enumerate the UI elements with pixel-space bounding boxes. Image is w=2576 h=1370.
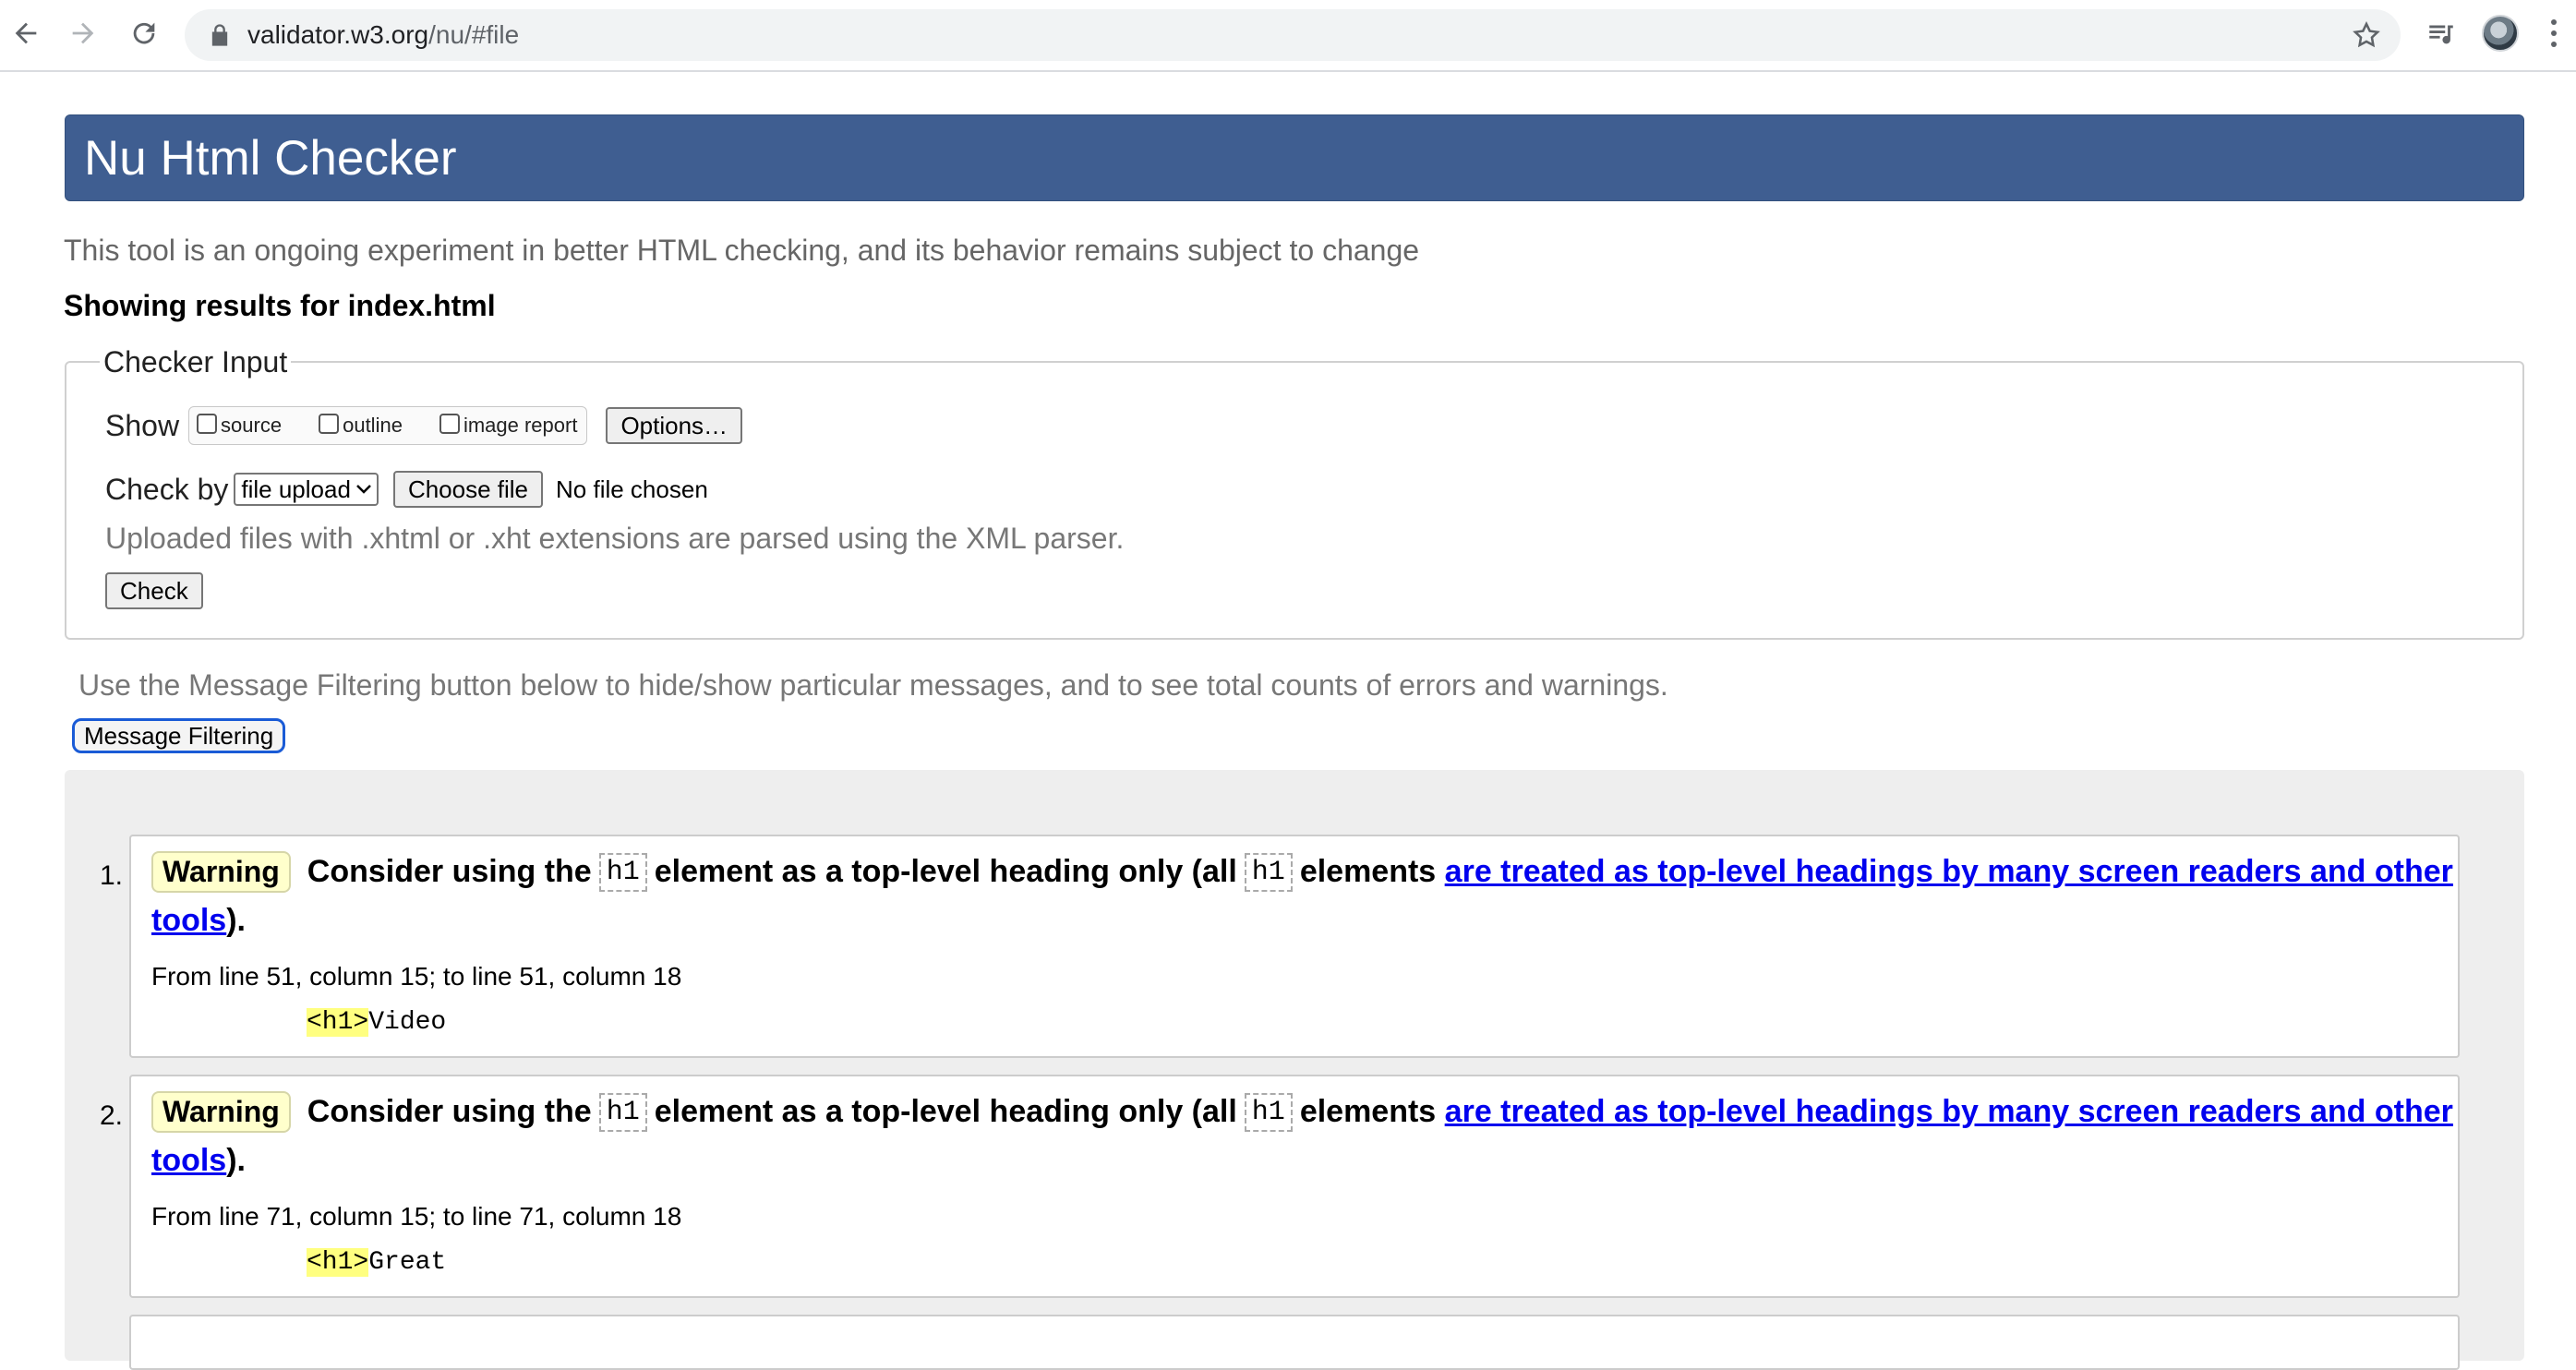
message-number: 2.	[100, 1100, 124, 1131]
message-filtering-button[interactable]: Message Filtering	[72, 718, 286, 753]
choose-file-button[interactable]: Choose file	[392, 471, 544, 508]
outline-checkbox[interactable]: outline	[319, 414, 403, 438]
code-element: h1	[1244, 852, 1293, 892]
screen-readers-link[interactable]: are treated as top-level headings by man…	[1445, 1094, 2453, 1130]
forward-icon[interactable]	[63, 13, 103, 54]
tools-link[interactable]: tools	[151, 903, 226, 938]
xml-parser-note: Uploaded files with .xhtml or .xht exten…	[105, 522, 1125, 555]
list-item: 2. Warning Consider using the h1 element…	[100, 1075, 2460, 1298]
warning-badge: Warning	[151, 851, 291, 893]
image-report-checkbox[interactable]: image report	[439, 414, 577, 438]
list-item	[129, 1315, 2460, 1370]
chevron-down-icon	[356, 485, 371, 494]
intro-text: This tool is an ongoing experiment in be…	[64, 234, 1420, 267]
list-item: 1. Warning Consider using the h1 element…	[100, 835, 2460, 1058]
menu-icon[interactable]	[2535, 15, 2572, 52]
code-extract: <h1>Video	[307, 1008, 447, 1037]
reload-icon[interactable]	[124, 13, 164, 54]
showing-results: Showing results for index.html	[64, 289, 496, 322]
checker-input-legend: Checker Input	[103, 345, 288, 379]
star-icon[interactable]	[2351, 19, 2382, 51]
source-checkbox[interactable]: source	[197, 414, 282, 438]
screen-readers-link[interactable]: are treated as top-level headings by man…	[1445, 854, 2453, 890]
message-text: Warning Consider using the h1 element as…	[151, 1091, 2453, 1133]
profile-avatar[interactable]	[2482, 15, 2519, 52]
no-file-text: No file chosen	[556, 475, 708, 503]
show-label: Show	[105, 408, 180, 442]
playlist-icon[interactable]	[2423, 15, 2460, 52]
check-by-select[interactable]: file upload	[234, 473, 379, 506]
message-text: Warning Consider using the h1 element as…	[151, 851, 2453, 893]
options-button[interactable]: Options…	[606, 407, 743, 444]
url-text: validator.w3.org/nu/#file	[247, 20, 520, 49]
show-options: source outline image report	[188, 406, 588, 445]
message-text-cont: tools).	[151, 903, 246, 938]
browser-toolbar: validator.w3.org/nu/#file	[0, 0, 2576, 72]
message-text-cont: tools).	[151, 1143, 246, 1178]
message-location: From line 71, column 15; to line 71, col…	[151, 1202, 682, 1231]
tools-link[interactable]: tools	[151, 1143, 226, 1178]
message-location: From line 51, column 15; to line 51, col…	[151, 962, 682, 991]
code-element: h1	[598, 1092, 647, 1132]
show-row: Show source outline image report Options…	[105, 406, 743, 445]
code-element: h1	[1244, 1092, 1293, 1132]
warning-badge: Warning	[151, 1091, 291, 1133]
results-list: 1. Warning Consider using the h1 element…	[65, 770, 2524, 1370]
message-number: 1.	[100, 860, 124, 891]
header-banner: Nu Html Checker	[65, 114, 2524, 201]
lock-icon[interactable]	[207, 22, 233, 48]
page-title: Nu Html Checker	[84, 131, 457, 186]
check-button[interactable]: Check	[105, 572, 203, 609]
code-element: h1	[598, 852, 647, 892]
check-by-label: Check by	[105, 472, 229, 506]
filtering-note: Use the Message Filtering button below t…	[78, 668, 1668, 702]
address-bar[interactable]: validator.w3.org/nu/#file	[185, 9, 2401, 61]
check-by-row: Check by file upload Choose file No file…	[105, 471, 708, 508]
back-icon[interactable]	[6, 13, 46, 54]
code-extract: <h1>Great	[307, 1248, 447, 1277]
